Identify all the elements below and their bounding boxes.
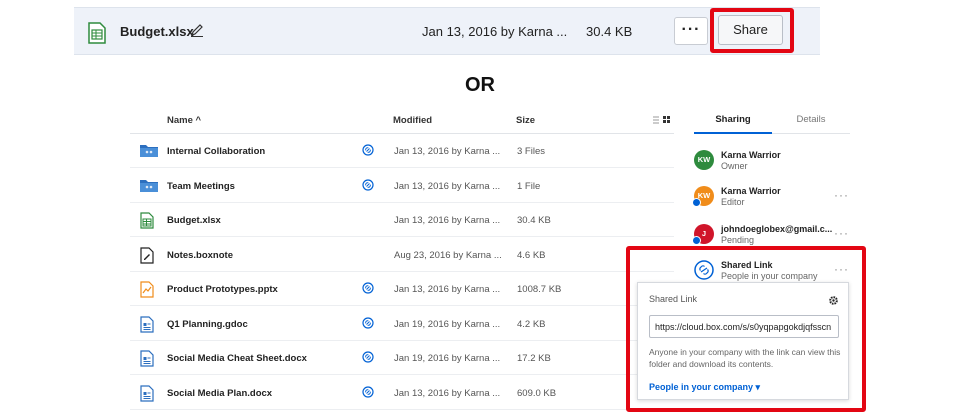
presentation-icon [140,281,154,301]
more-options-button[interactable]: ··· [674,17,708,45]
collaborator-role: Owner [721,161,748,171]
collaborator-more-button[interactable]: ··· [834,226,849,240]
file-row-name[interactable]: Notes.boxnote [167,250,233,261]
share-button[interactable]: Share [718,15,783,45]
column-name-header[interactable]: Name ^ [167,115,201,126]
file-row-modified: Jan 19, 2016 by Karna ... [394,318,501,330]
file-row[interactable]: Product Prototypes.pptx Jan 13, 2016 by K… [130,272,674,306]
access-level-dropdown[interactable]: People in your company ▾ [649,382,760,393]
file-row-modified: Jan 13, 2016 by Karna ... [394,284,501,295]
file-row-modified: Jan 13, 2016 by Karna ... [394,146,501,157]
file-row-modified: Aug 23, 2016 by Karna ... [394,249,502,261]
file-row[interactable]: Internal Collaboration Jan 13, 2016 by Ka… [130,134,674,168]
file-row-name[interactable]: Social Media Cheat Sheet.docx [167,353,307,364]
or-divider: OR [465,74,495,96]
file-row-size: 1 File [517,180,541,192]
shared-link-url-input[interactable] [649,315,839,338]
rename-pencil-icon[interactable] [190,23,204,42]
file-row-name[interactable]: Team Meetings [167,181,235,192]
document-icon [140,350,154,370]
boxnote-icon [140,246,154,267]
document-icon [140,315,154,336]
tab-sharing[interactable]: Sharing [694,107,772,134]
file-row-modified: Jan 19, 2016 by Karna ... [394,353,501,364]
file-row-size: 1008.7 KB [517,284,562,295]
file-row-name[interactable]: Social Media Plan.docx [167,388,272,399]
file-row[interactable]: Budget.xlsx Jan 13, 2016 by Karna ... 30.4… [130,203,674,237]
file-row-name[interactable]: Q1 Planning.gdoc [167,319,248,330]
sidebar-tabs: Sharing Details [694,107,850,134]
spreadsheet-icon [140,212,154,232]
view-toggle-icon[interactable] [653,116,671,127]
collaborator-name: Karna Warrior [721,150,781,160]
collaborated-link-icon [362,316,374,332]
collaborator-name: johndoeglobex@gmail.c... [721,224,833,234]
collaborated-link-icon [362,385,374,401]
file-row[interactable]: Q1 Planning.gdoc Jan 19, 2016 by Karna ..… [130,307,674,341]
column-size-header[interactable]: Size [516,115,535,126]
tab-details[interactable]: Details [772,107,850,134]
file-row[interactable]: Social Media Cheat Sheet.docx Jan 19, 201… [130,341,674,375]
file-row-modified: Jan 13, 2016 by Karna ... [394,387,501,399]
file-row-size: 30.4 KB [517,215,551,226]
document-icon [140,384,154,405]
avatar-initials: J [701,229,707,238]
file-row-name[interactable]: Product Prototypes.pptx [167,284,278,295]
file-header-bar: Budget.xlsx Jan 13, 2016 by Karna ... 30… [74,7,820,55]
popover-title: Shared Link [649,294,698,304]
collaborator-item[interactable]: KW Karna Warrior Editor ··· [692,184,854,220]
collaborator-name: Karna Warrior [721,186,781,196]
file-name[interactable]: Budget.xlsx [120,24,194,39]
file-row[interactable]: Notes.boxnote Aug 23, 2016 by Karna ... 4.… [130,238,674,272]
shared-folder-icon [140,143,158,160]
file-row[interactable]: Team Meetings Jan 13, 2016 by Karna ... 1 … [130,169,674,203]
gear-icon[interactable] [828,293,839,311]
file-size: 30.4 KB [586,24,633,39]
file-row-modified: Jan 13, 2016 by Karna ... [394,180,501,192]
spreadsheet-icon [88,22,106,49]
file-row-name[interactable]: Budget.xlsx [167,215,221,226]
file-row-size: 609.0 KB [517,387,557,399]
collab-badge-icon [692,236,701,245]
file-row-modified: Jan 13, 2016 by Karna ... [394,215,501,226]
collaborated-link-icon [362,144,374,159]
shared-link-description: Anyone in your company with the link can… [649,347,841,369]
avatar: J [692,224,714,245]
file-modified: Jan 13, 2016 by Karna ... [422,24,568,39]
file-row[interactable]: Social Media Plan.docx Jan 13, 2016 by Ka… [130,376,674,410]
collaborated-link-icon [362,282,374,297]
collaborator-role: Editor [721,197,745,207]
shared-link-popover: Shared Link Anyone in your company with … [637,282,849,400]
file-row-name[interactable]: Internal Collaboration [167,146,265,157]
column-modified-header[interactable]: Modified [393,115,432,126]
file-row-size: 4.2 KB [517,318,546,330]
collab-badge-icon [692,198,701,207]
collaborator-more-button[interactable]: ··· [834,188,849,202]
avatar: KW [694,150,714,170]
collaborator-role: Pending [721,235,755,245]
shared-folder-icon [140,178,158,195]
collaborated-link-icon [362,351,374,366]
avatar: KW [692,186,714,207]
file-row-size: 3 Files [517,146,545,157]
file-row-size: 4.6 KB [517,249,546,261]
file-list-header: Name ^ Modified Size [130,107,674,134]
collaborated-link-icon [362,178,374,194]
collaborator-item[interactable]: KW Karna Warrior Owner [694,148,854,184]
file-row-size: 17.2 KB [517,353,551,364]
